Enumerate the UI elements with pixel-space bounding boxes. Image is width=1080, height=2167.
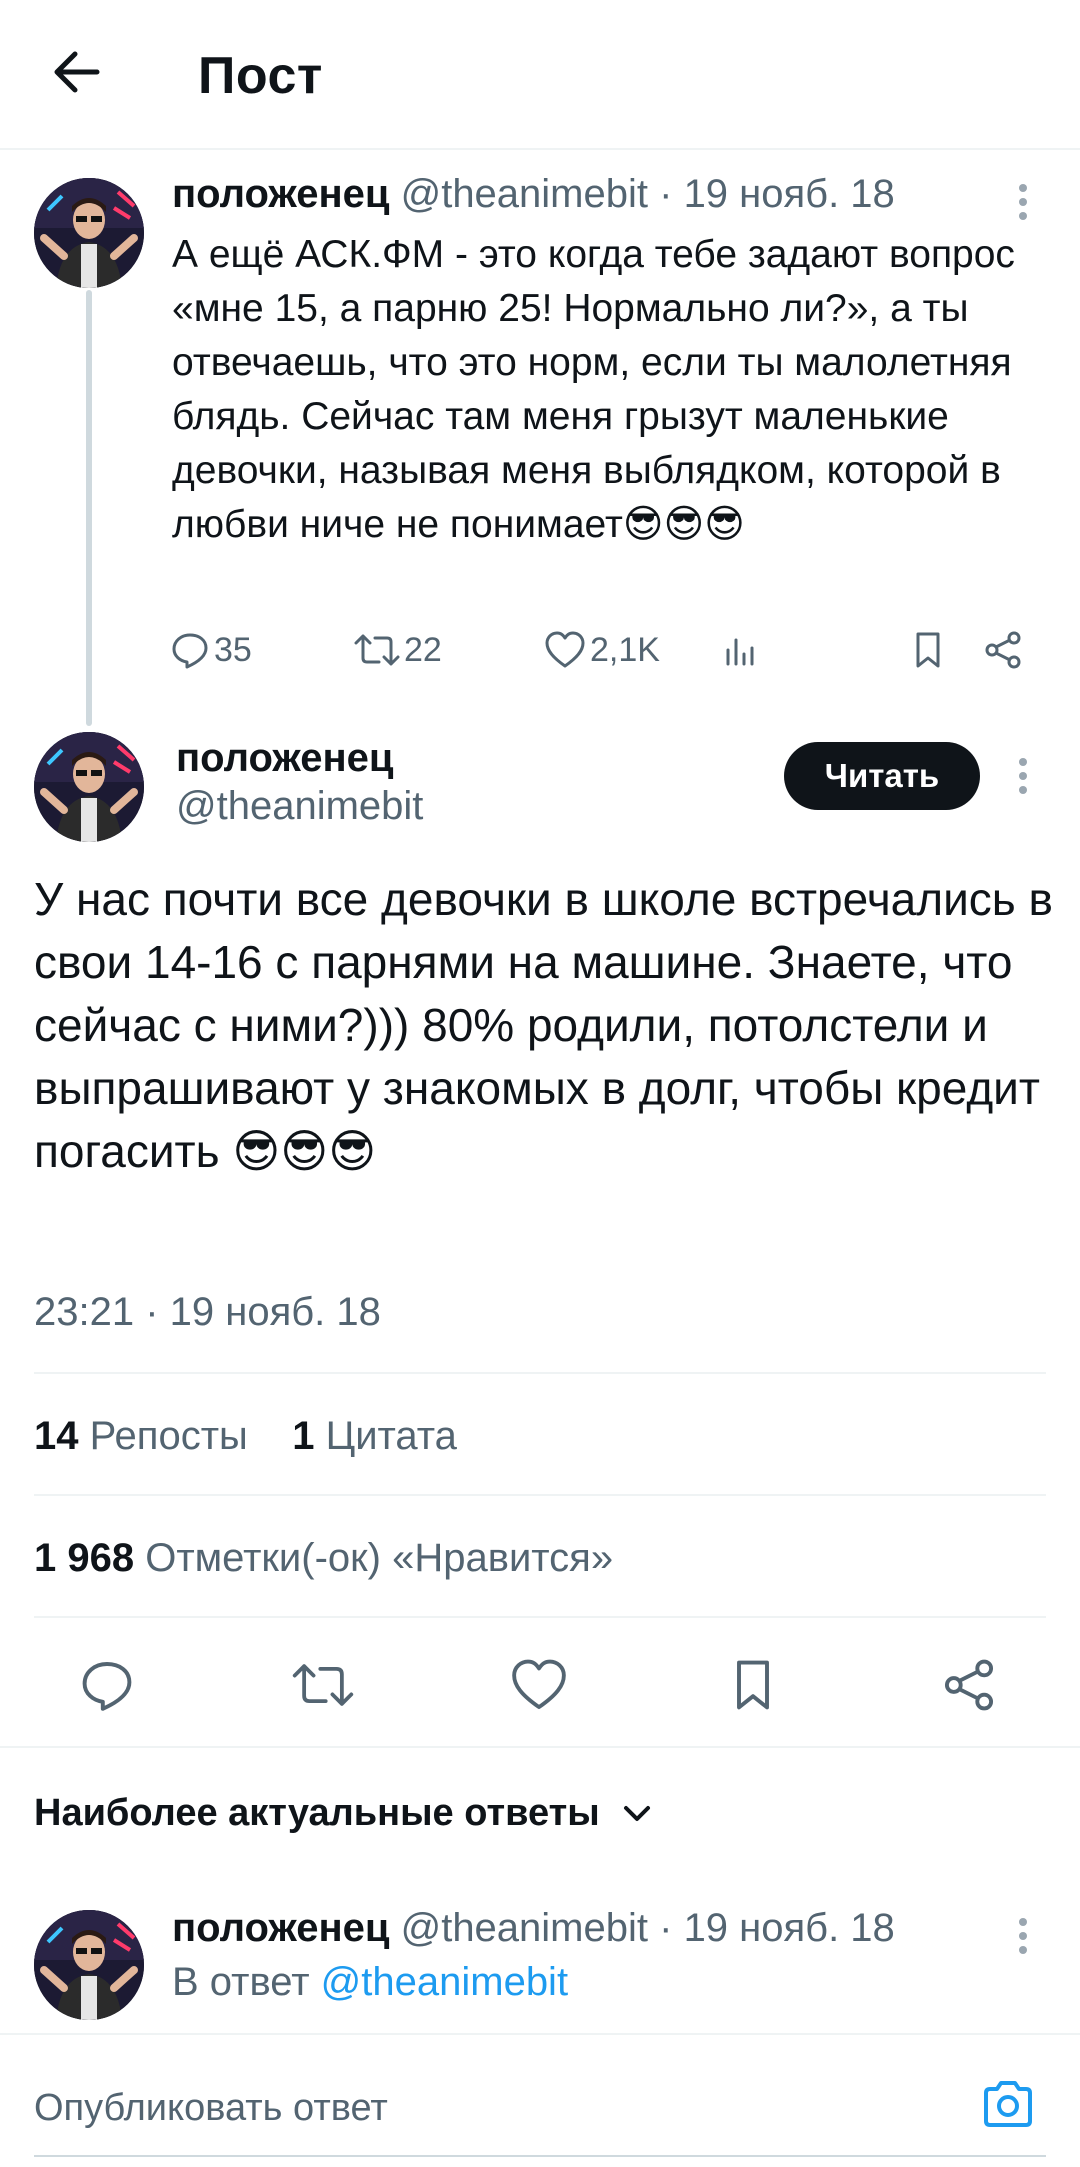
quotes-count: 1 bbox=[292, 1414, 315, 1458]
tweet-text: У нас почти все девочки в школе встречал… bbox=[34, 873, 1053, 1177]
author-handle[interactable]: @theanimebit bbox=[176, 784, 423, 829]
views-button[interactable] bbox=[720, 624, 764, 676]
divider bbox=[34, 1372, 1046, 1374]
camera-icon bbox=[984, 2081, 1032, 2127]
author-name[interactable]: положенец bbox=[176, 736, 393, 781]
reposts-link[interactable]: 14 Репосты bbox=[34, 1414, 248, 1458]
like-button[interactable]: 2,1K bbox=[544, 624, 660, 676]
reply-icon bbox=[82, 1662, 132, 1711]
tweet-text: А ещё АСК.ФМ - это когда тебе задают воп… bbox=[172, 233, 1015, 546]
reply-input[interactable]: Опубликовать ответ bbox=[34, 2087, 388, 2130]
likes-label: Отметки(-ок) «Нравится» bbox=[145, 1536, 614, 1580]
reply-button[interactable] bbox=[62, 1640, 152, 1730]
author-handle[interactable]: @theanimebit bbox=[401, 1906, 648, 1950]
heart-icon bbox=[545, 631, 585, 668]
likes-count: 1 968 bbox=[34, 1536, 135, 1580]
replies-sort-dropdown[interactable]: Наиболее актуальные ответы bbox=[34, 1792, 652, 1835]
tweet-actions: 35 22 2,1K bbox=[170, 624, 1030, 676]
like-button[interactable] bbox=[494, 1640, 584, 1730]
retweet-button[interactable] bbox=[278, 1640, 368, 1730]
input-underline bbox=[34, 2155, 1046, 2157]
retweet-icon bbox=[292, 1664, 354, 1706]
share-icon bbox=[985, 631, 1021, 669]
share-icon bbox=[944, 1659, 994, 1711]
share-button[interactable] bbox=[924, 1640, 1014, 1730]
tweet-timestamp: 23:21 · 19 нояб. 18 bbox=[34, 1290, 381, 1334]
top-app-bar: Пост bbox=[0, 0, 1080, 150]
tweet-header: положенец @theanimebit · 19 нояб. 18 bbox=[172, 1906, 895, 1950]
back-button[interactable] bbox=[44, 40, 108, 104]
reposts-label: Репосты bbox=[89, 1414, 248, 1458]
bar-chart-icon bbox=[726, 638, 754, 666]
more-options-button[interactable] bbox=[1008, 754, 1038, 798]
follow-button[interactable]: Читать bbox=[784, 742, 980, 810]
author-name[interactable]: положенец bbox=[172, 172, 389, 216]
retweet-icon bbox=[354, 634, 400, 666]
reply-to-handle[interactable]: @theanimebit bbox=[321, 1960, 568, 2004]
page-title: Пост bbox=[198, 47, 323, 105]
author-handle[interactable]: @theanimebit bbox=[401, 172, 648, 216]
author-name[interactable]: положенец bbox=[172, 1906, 389, 1950]
retweet-count: 22 bbox=[404, 630, 442, 669]
section-divider bbox=[0, 1746, 1080, 1748]
avatar[interactable] bbox=[34, 732, 144, 842]
tweet-date: 19 нояб. 18 bbox=[683, 172, 895, 216]
share-button[interactable] bbox=[982, 624, 1028, 676]
bookmark-button[interactable] bbox=[908, 624, 952, 676]
reposts-count: 14 bbox=[34, 1414, 79, 1458]
tweet-header: положенец @theanimebit · 19 нояб. 18 bbox=[172, 172, 895, 216]
main-tweet-actions bbox=[0, 1640, 1080, 1730]
bookmark-icon bbox=[737, 1660, 769, 1710]
reply-button[interactable]: 35 bbox=[170, 624, 252, 676]
bookmark-button[interactable] bbox=[708, 1640, 798, 1730]
more-options-button[interactable] bbox=[1008, 1914, 1038, 1958]
avatar[interactable] bbox=[34, 1910, 144, 2020]
like-count: 2,1K bbox=[590, 630, 660, 669]
heart-icon bbox=[512, 1659, 566, 1710]
likes-link[interactable]: 1 968 Отметки(-ок) «Нравится» bbox=[34, 1536, 613, 1581]
more-vertical-icon bbox=[1019, 1918, 1027, 1926]
more-vertical-icon bbox=[1019, 184, 1027, 192]
quotes-link[interactable]: 1 Цитата bbox=[292, 1414, 457, 1458]
repost-stats: 14 Репосты 1 Цитата bbox=[34, 1414, 457, 1459]
arrow-left-icon bbox=[54, 51, 100, 93]
more-options-button[interactable] bbox=[1008, 180, 1038, 224]
reply-compose-bar: Опубликовать ответ bbox=[0, 2033, 1080, 2167]
reply-icon bbox=[172, 633, 208, 669]
chevron-down-icon bbox=[623, 1805, 650, 1821]
reply-prefix: В ответ bbox=[172, 1960, 310, 2004]
quotes-label: Цитата bbox=[325, 1414, 457, 1458]
camera-button[interactable] bbox=[980, 2079, 1044, 2139]
reply-context: В ответ @theanimebit bbox=[172, 1960, 568, 2005]
divider bbox=[34, 1616, 1046, 1618]
bookmark-icon bbox=[916, 632, 940, 668]
tweet-date: 19 нояб. 18 bbox=[683, 1906, 895, 1950]
more-vertical-icon bbox=[1019, 758, 1027, 766]
replies-sort-label: Наиболее актуальные ответы bbox=[34, 1792, 600, 1834]
retweet-button[interactable]: 22 bbox=[354, 624, 442, 676]
reply-count: 35 bbox=[214, 630, 252, 669]
avatar[interactable] bbox=[34, 178, 144, 288]
thread-connector bbox=[86, 290, 92, 726]
divider bbox=[34, 1494, 1046, 1496]
